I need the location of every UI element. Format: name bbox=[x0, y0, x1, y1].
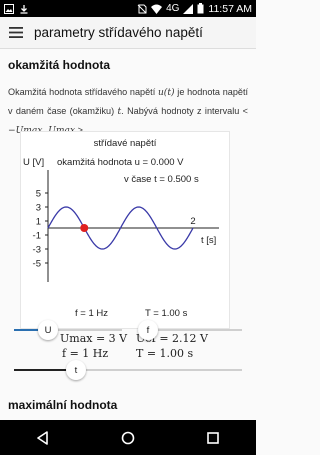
menu-button[interactable] bbox=[0, 17, 32, 49]
y-tick-label: -3 bbox=[33, 245, 41, 256]
home-circle-icon bbox=[121, 431, 135, 444]
y-tick-label: -1 bbox=[33, 231, 41, 242]
app-title: parametry střídavého napětí bbox=[34, 25, 203, 40]
home-button[interactable] bbox=[108, 423, 148, 453]
system-navigation-bar bbox=[0, 420, 256, 455]
slider-t[interactable]: t bbox=[14, 360, 242, 380]
slider-f-thumb[interactable]: f bbox=[138, 320, 158, 340]
section-heading-maximum: maximální hodnota bbox=[8, 398, 118, 412]
back-button[interactable] bbox=[23, 423, 63, 453]
recents-square-icon bbox=[207, 431, 220, 444]
app-bar: parametry střídavého napětí bbox=[0, 17, 256, 49]
y-ticks: 5 3 1 -1 -3 -5 bbox=[33, 189, 48, 270]
main-content[interactable]: okamžitá hodnota Okamžitá hodnota střída… bbox=[0, 49, 256, 420]
network-type: 4G bbox=[166, 3, 180, 14]
slider-u[interactable]: U bbox=[14, 320, 122, 340]
formula-f: f = 1 Hz bbox=[62, 347, 109, 360]
clock: 11:57 AM bbox=[208, 2, 252, 15]
status-indicators: 4G 11:57 AM bbox=[137, 3, 252, 15]
chart-annotation-value: okamžitá hodnota u = 0.000 V bbox=[57, 157, 184, 168]
instant-marker bbox=[80, 224, 89, 232]
y-tick-label: 5 bbox=[36, 189, 41, 200]
voltage-chart-svg: střídavé napětí U [V] okamžitá hodnota u… bbox=[23, 138, 219, 319]
picture-notification-icon bbox=[4, 3, 14, 14]
chart-footer-T: T = 1.00 s bbox=[145, 308, 188, 319]
wifi-icon bbox=[151, 4, 163, 14]
hamburger-menu-icon bbox=[9, 27, 23, 38]
voltage-chart: střídavé napětí U [V] okamžitá hodnota u… bbox=[20, 131, 230, 329]
chart-title: střídavé napětí bbox=[94, 138, 157, 149]
status-notifications bbox=[4, 3, 29, 14]
back-triangle-icon bbox=[36, 430, 48, 445]
signal-icon bbox=[183, 3, 194, 14]
no-sim-icon bbox=[137, 4, 147, 13]
section-heading-instantaneous: okamžitá hodnota bbox=[8, 58, 111, 72]
slider-u-thumb[interactable]: U bbox=[38, 320, 58, 340]
battery-icon bbox=[197, 3, 204, 14]
slider-f[interactable]: f bbox=[138, 320, 242, 340]
slider-t-thumb[interactable]: t bbox=[66, 360, 86, 380]
download-icon bbox=[20, 4, 28, 14]
y-tick-label: 1 bbox=[36, 217, 41, 228]
status-bar: 4G 11:57 AM bbox=[0, 0, 256, 17]
x-end-label: 2 bbox=[190, 216, 195, 227]
chart-ylabel: U [V] bbox=[23, 157, 44, 168]
formula-T: T = 1.00 s bbox=[136, 347, 194, 360]
recents-button[interactable] bbox=[193, 423, 233, 453]
chart-annotation-time: v čase t = 0.500 s bbox=[124, 174, 199, 185]
y-tick-label: -5 bbox=[33, 259, 41, 270]
y-tick-label: 3 bbox=[36, 203, 41, 214]
var-ut: u(t) bbox=[157, 88, 175, 98]
chart-xlabel: t [s] bbox=[201, 235, 216, 246]
chart-footer-f: f = 1 Hz bbox=[75, 308, 108, 319]
